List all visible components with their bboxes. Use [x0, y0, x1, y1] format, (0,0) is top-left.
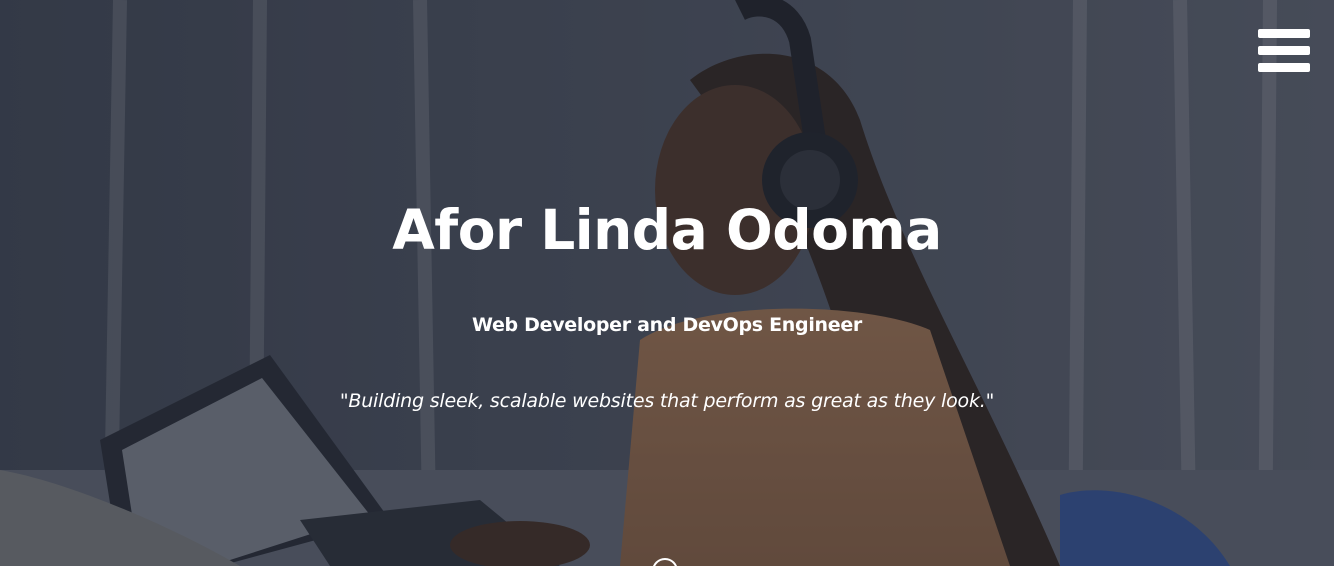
hero-quote: "Building sleek, scalable websites that … — [339, 390, 995, 412]
hamburger-menu-icon — [1258, 29, 1310, 72]
menu-button[interactable] — [1258, 29, 1310, 73]
hero-content: Afor Linda Odoma Web Developer and DevOp… — [0, 190, 1334, 412]
hero-name: Afor Linda Odoma — [392, 198, 942, 262]
hero-section: Afor Linda Odoma Web Developer and DevOp… — [0, 0, 1334, 566]
hero-role: Web Developer and DevOps Engineer — [471, 314, 863, 336]
